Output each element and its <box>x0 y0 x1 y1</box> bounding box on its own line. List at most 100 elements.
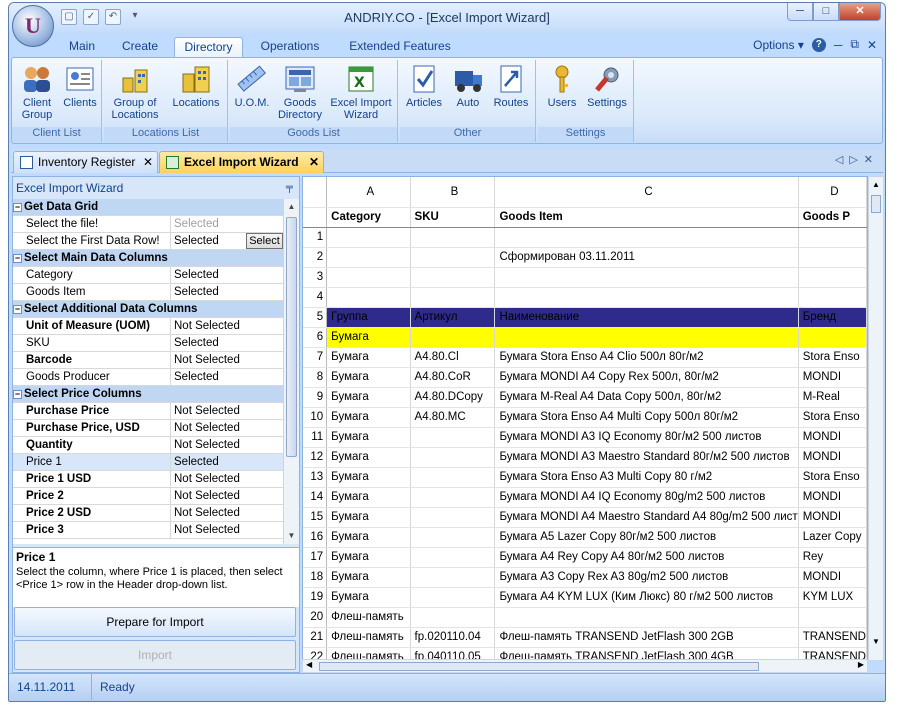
table-row[interactable]: 1 <box>303 227 867 248</box>
close-tab-icon[interactable]: ✕ <box>309 152 319 172</box>
app-logo[interactable]: U <box>12 5 54 47</box>
property-category[interactable]: − Select Main Data Columns <box>13 250 283 267</box>
table-cell[interactable]: Бумага <box>326 587 411 608</box>
tab-main[interactable]: Main <box>59 37 105 57</box>
table-row[interactable]: 19 Бумага Бумага A4 KYM LUX (Ким Люкс) 80 … <box>303 587 867 608</box>
table-cell[interactable]: MONDI <box>798 447 867 468</box>
table-cell[interactable] <box>326 247 411 268</box>
table-cell[interactable]: Бумага <box>326 347 411 368</box>
table-cell[interactable] <box>410 547 496 568</box>
table-row[interactable]: 20 Флеш-память <box>303 607 867 628</box>
client-group-button[interactable]: Client Group <box>16 64 58 121</box>
table-row[interactable]: 3 <box>303 267 867 288</box>
goods-directory-button[interactable]: Goods Directory <box>274 64 326 121</box>
property-value[interactable]: Selected <box>171 454 283 470</box>
table-cell[interactable] <box>798 227 867 248</box>
table-row[interactable]: 17 Бумага Бумага A4 Rey Copy A4 80г/м2 500… <box>303 547 867 568</box>
table-cell[interactable]: Группа <box>326 307 411 328</box>
clients-button[interactable]: Clients <box>60 64 100 109</box>
property-row[interactable]: Goods Producer Selected <box>13 369 283 386</box>
table-cell[interactable] <box>410 427 496 448</box>
scroll-up-arrow[interactable]: ▲ <box>869 177 883 193</box>
table-cell[interactable] <box>326 267 411 288</box>
table-cell[interactable]: A4.80.DCopy <box>410 387 496 408</box>
property-row[interactable]: Unit of Measure (UOM) Not Selected <box>13 318 283 335</box>
tab-create[interactable]: Create <box>115 37 165 57</box>
table-cell[interactable] <box>798 267 867 288</box>
table-cell[interactable]: M-Real <box>798 387 867 408</box>
table-row[interactable]: 10 Бумага A4.80.MC Бумага Stora Enso A4 Mul… <box>303 407 867 428</box>
table-cell[interactable] <box>410 327 496 348</box>
maximize-button[interactable]: □ <box>813 3 839 21</box>
options-menu[interactable]: Options ▾ <box>753 38 804 52</box>
table-cell[interactable]: Флеш-память <box>326 607 411 628</box>
table-cell[interactable]: MONDI <box>798 567 867 588</box>
property-value[interactable]: Not Selected <box>171 471 283 487</box>
table-cell[interactable] <box>410 487 496 508</box>
table-cell[interactable]: Бумага MONDI A3 Maestro Standard 80г/м2 … <box>494 447 799 468</box>
table-row[interactable]: 7 Бумага A4.80.Cl Бумага Stora Enso A4 Clio… <box>303 347 867 368</box>
table-cell[interactable]: Бумага MONDI A4 IQ Economy 80g/m2 500 ли… <box>494 487 799 508</box>
column-header[interactable]: Category <box>326 207 411 228</box>
table-cell[interactable]: MONDI <box>798 507 867 528</box>
property-row[interactable]: Category Selected <box>13 267 283 284</box>
tab-inventory-register[interactable]: Inventory Register ✕ <box>13 151 158 173</box>
table-cell[interactable] <box>410 447 496 468</box>
table-cell[interactable] <box>410 527 496 548</box>
column-letter[interactable]: D <box>798 177 867 208</box>
table-cell[interactable]: Артикул <box>410 307 496 328</box>
table-cell[interactable]: A4.80.CoR <box>410 367 496 388</box>
table-row[interactable]: 16 Бумага Бумага A5 Lazer Copy 80г/м2 500 … <box>303 527 867 548</box>
table-cell[interactable]: Бумага <box>326 547 411 568</box>
property-value[interactable]: Selected <box>171 284 283 300</box>
property-category[interactable]: − Get Data Grid <box>13 199 283 216</box>
table-cell[interactable]: Бумага Stora Enso A3 Multi Copy 80 г/м2 <box>494 467 799 488</box>
table-cell[interactable] <box>494 327 799 348</box>
property-row[interactable]: Purchase Price, USD Not Selected <box>13 420 283 437</box>
table-row[interactable]: 12 Бумага Бумага MONDI A3 Maestro Standard… <box>303 447 867 468</box>
table-cell[interactable]: Бумага <box>326 427 411 448</box>
table-cell[interactable]: Бумага A5 Lazer Copy 80г/м2 500 листов <box>494 527 799 548</box>
table-cell[interactable] <box>494 267 799 288</box>
table-cell[interactable]: A4.80.Cl <box>410 347 496 368</box>
table-row[interactable]: 2 Сформирован 03.11.2011 <box>303 247 867 268</box>
table-cell[interactable] <box>494 287 799 308</box>
auto-button[interactable]: Auto <box>448 64 488 109</box>
select-button[interactable]: Select <box>246 233 283 249</box>
table-cell[interactable]: Бумага A4 Rey Copy A4 80г/м2 500 листов <box>494 547 799 568</box>
table-cell[interactable]: KYM LUX <box>798 587 867 608</box>
table-row[interactable]: 6 Бумага <box>303 327 867 348</box>
collapse-icon[interactable]: − <box>13 254 22 263</box>
table-cell[interactable]: Бумага <box>326 447 411 468</box>
property-value[interactable]: Selected <box>171 369 283 385</box>
table-cell[interactable] <box>410 227 496 248</box>
import-button[interactable]: Import <box>14 640 296 670</box>
uom-button[interactable]: U.O.M. <box>232 64 272 109</box>
table-cell[interactable]: Stora Enso <box>798 407 867 428</box>
table-cell[interactable] <box>326 227 411 248</box>
property-grid-scrollbar[interactable]: ▲ ▼ <box>283 199 299 544</box>
property-row[interactable]: SKU Selected <box>13 335 283 352</box>
property-row[interactable]: Price 2 USD Not Selected <box>13 505 283 522</box>
table-cell[interactable]: Бумага Stora Enso A4 Multi Copy 500л 80г… <box>494 407 799 428</box>
column-letter[interactable]: C <box>494 177 799 208</box>
table-cell[interactable]: Бумага M-Real A4 Data Copy 500л, 80г/м2 <box>494 387 799 408</box>
table-cell[interactable] <box>798 247 867 268</box>
table-cell[interactable] <box>410 587 496 608</box>
column-letter[interactable]: B <box>410 177 496 208</box>
table-row[interactable]: 9 Бумага A4.80.DCopy Бумага M-Real A4 Data … <box>303 387 867 408</box>
table-cell[interactable]: MONDI <box>798 427 867 448</box>
table-cell[interactable] <box>326 287 411 308</box>
table-cell[interactable]: Сформирован 03.11.2011 <box>494 247 799 268</box>
property-value[interactable]: Selected <box>171 216 283 232</box>
table-cell[interactable]: MONDI <box>798 487 867 508</box>
tab-excel-import-wizard[interactable]: Excel Import Wizard ✕ <box>159 151 324 173</box>
table-cell[interactable]: Наименование <box>494 307 799 328</box>
group-of-locations-button[interactable]: Group of Locations <box>108 64 162 121</box>
close-button[interactable]: ✕ <box>839 3 881 21</box>
table-row[interactable]: 18 Бумага Бумага A3 Copy Rex A3 80g/m2 500… <box>303 567 867 588</box>
grid-horizontal-scrollbar[interactable]: ◀ ▶ <box>302 659 868 673</box>
table-cell[interactable]: Флеш-память TRANSEND JetFlash 300 2GB <box>494 627 799 648</box>
scroll-down-arrow[interactable]: ▼ <box>284 528 299 544</box>
table-cell[interactable]: Бумага <box>326 407 411 428</box>
